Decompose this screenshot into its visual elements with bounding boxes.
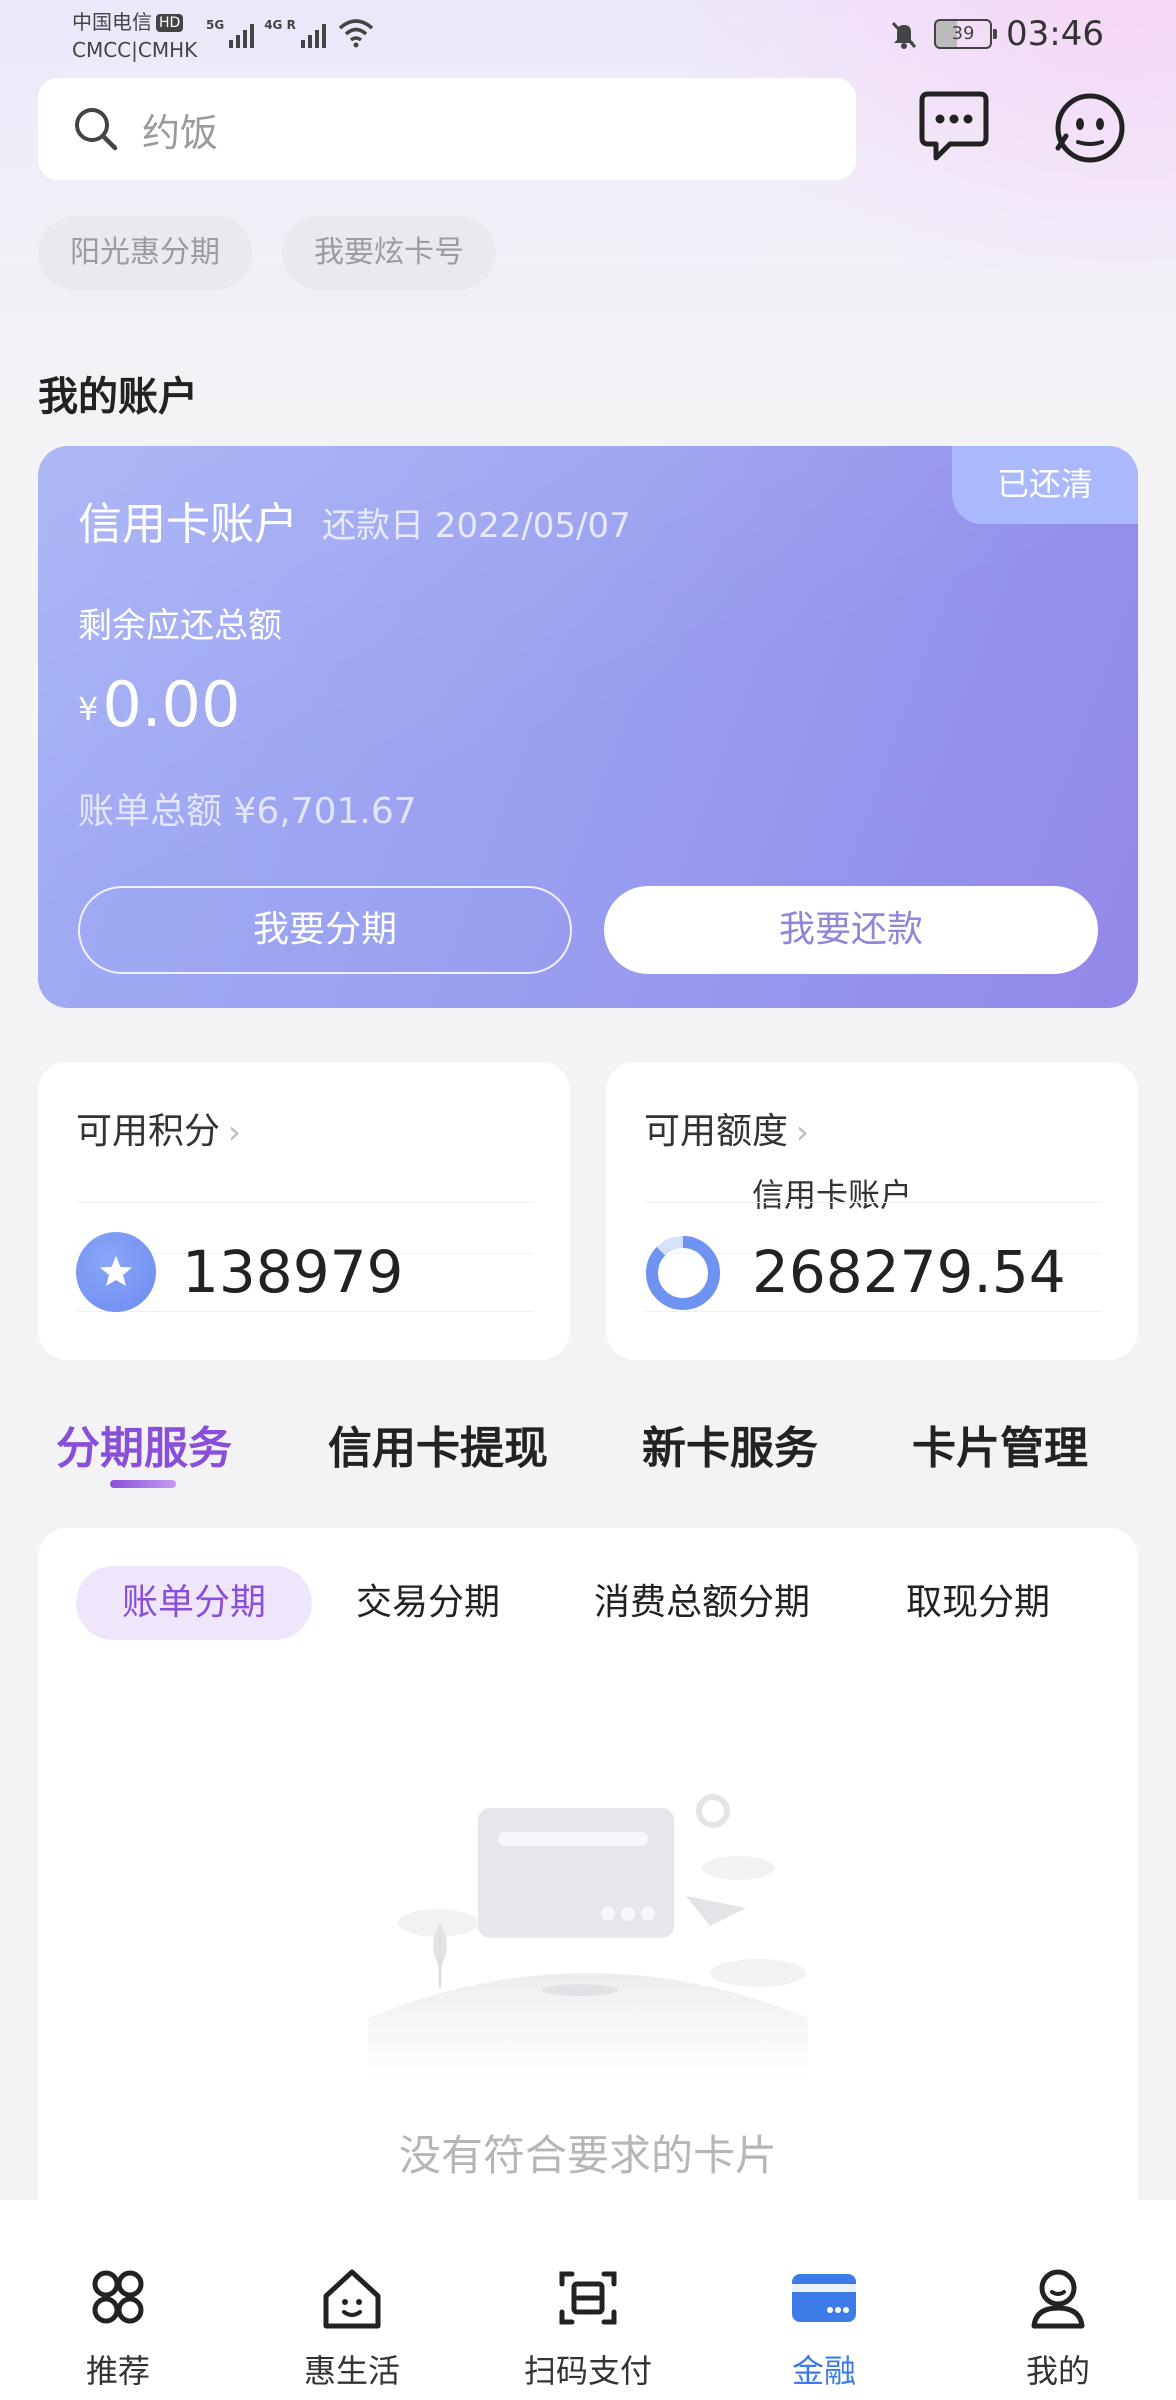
carrier-name: 中国电信 bbox=[72, 10, 152, 34]
nav-recommend[interactable]: 推荐 bbox=[18, 2200, 218, 2400]
credit-title-row: 可用额度 › bbox=[644, 1102, 809, 1154]
nav-scan-pay[interactable]: 扫码支付 bbox=[488, 2200, 688, 2400]
chip-sunshine-installment[interactable]: 阳光惠分期 bbox=[38, 216, 252, 290]
nav-label: 推荐 bbox=[85, 2352, 150, 2390]
grid-icon bbox=[92, 2270, 144, 2324]
subtab-transaction-installment[interactable]: 交易分期 bbox=[356, 1566, 500, 1640]
installment-button[interactable]: 我要分期 bbox=[78, 886, 572, 974]
house-icon bbox=[323, 2269, 381, 2329]
credit-title: 可用额度 bbox=[644, 1111, 789, 1152]
bell-off-icon bbox=[891, 21, 917, 49]
scan-icon bbox=[559, 2271, 617, 2325]
tab-card-management[interactable]: 卡片管理 bbox=[912, 1412, 1088, 1476]
nav-life[interactable]: 惠生活 bbox=[252, 2200, 452, 2400]
empty-card-illustration bbox=[368, 1794, 808, 2078]
message-icon[interactable] bbox=[912, 86, 996, 170]
network-type-1: 5G bbox=[206, 18, 225, 32]
credit-limit-card[interactable]: 可用额度 › 信用卡账户 268279.54 bbox=[606, 1062, 1138, 1360]
carrier-info: 中国电信 HD CMCC|CMHK bbox=[72, 8, 197, 64]
chevron-right-icon: › bbox=[796, 1113, 809, 1151]
nav-label: 惠生活 bbox=[303, 2352, 400, 2390]
status-badge: 已还清 bbox=[952, 446, 1138, 524]
remaining-amount: ¥0.00 bbox=[78, 668, 240, 741]
credit-ring-icon bbox=[646, 1236, 720, 1310]
status-right: 39 03:46 bbox=[888, 14, 1104, 54]
person-icon bbox=[1031, 2269, 1085, 2329]
nav-label: 扫码支付 bbox=[523, 2352, 652, 2390]
star-icon bbox=[76, 1232, 156, 1312]
signal-indicators: 5G 4G R bbox=[206, 18, 376, 48]
remaining-value: 0.00 bbox=[102, 668, 241, 741]
empty-message: 没有符合要求的卡片 bbox=[398, 2131, 777, 2180]
nav-mine[interactable]: 我的 bbox=[958, 2200, 1158, 2400]
battery-level: 39 bbox=[951, 23, 975, 44]
subtab-total-spend-installment[interactable]: 消费总额分期 bbox=[594, 1566, 810, 1640]
due-date: 还款日 2022/05/07 bbox=[322, 506, 631, 546]
bottom-navigation: 推荐 惠生活 扫码支付 金融 我的 bbox=[0, 2200, 1176, 2400]
chevron-right-icon: › bbox=[228, 1113, 241, 1151]
points-value: 138979 bbox=[182, 1238, 404, 1306]
network-type-2: 4G R bbox=[264, 18, 296, 32]
points-title-row: 可用积分 › bbox=[76, 1102, 241, 1154]
status-bar: 中国电信 HD CMCC|CMHK 5G 4G R 39 03:46 bbox=[0, 0, 1176, 72]
active-tab-indicator bbox=[110, 1480, 176, 1488]
card-icon bbox=[792, 2274, 856, 2322]
wifi-icon bbox=[338, 19, 373, 48]
repay-button[interactable]: 我要还款 bbox=[604, 886, 1098, 974]
tab-installment-service[interactable]: 分期服务 bbox=[56, 1412, 232, 1476]
tab-new-card-service[interactable]: 新卡服务 bbox=[642, 1412, 818, 1476]
search-placeholder: 约饭 bbox=[142, 110, 219, 155]
signal-5g-icon: 5G bbox=[206, 18, 255, 48]
assistant-icon[interactable] bbox=[1048, 86, 1132, 170]
subtab-cash-installment[interactable]: 取现分期 bbox=[906, 1566, 1050, 1640]
credit-account-card[interactable]: 已还清 信用卡账户 还款日 2022/05/07 剩余应还总额 ¥0.00 账单… bbox=[38, 446, 1138, 1008]
search-icon bbox=[75, 108, 118, 151]
nav-label: 金融 bbox=[791, 2352, 856, 2390]
tab-cash-withdrawal[interactable]: 信用卡提现 bbox=[328, 1412, 548, 1476]
chip-show-card-number[interactable]: 我要炫卡号 bbox=[282, 216, 496, 290]
bill-total: 账单总额 ¥6,701.67 bbox=[78, 791, 417, 832]
battery-icon: 39 bbox=[934, 19, 998, 49]
my-account-title: 我的账户 bbox=[38, 374, 198, 420]
card-title: 信用卡账户 bbox=[78, 499, 298, 550]
clock: 03:46 bbox=[1006, 14, 1104, 54]
carrier-name-2: CMCC|CMHK bbox=[72, 38, 198, 62]
signal-4g-icon: 4G R bbox=[264, 18, 326, 48]
hd-badge: HD bbox=[156, 14, 184, 32]
points-card[interactable]: 可用积分 › 138979 bbox=[38, 1062, 570, 1360]
points-title: 可用积分 bbox=[76, 1111, 221, 1152]
remaining-label: 剩余应还总额 bbox=[78, 606, 282, 646]
subtab-bill-installment[interactable]: 账单分期 bbox=[76, 1566, 312, 1640]
credit-value: 268279.54 bbox=[752, 1238, 1066, 1306]
nav-label: 我的 bbox=[1025, 2352, 1090, 2390]
search-bar[interactable]: 约饭 bbox=[38, 78, 856, 180]
nav-finance[interactable]: 金融 bbox=[724, 2200, 924, 2400]
currency-symbol: ¥ bbox=[78, 690, 99, 728]
